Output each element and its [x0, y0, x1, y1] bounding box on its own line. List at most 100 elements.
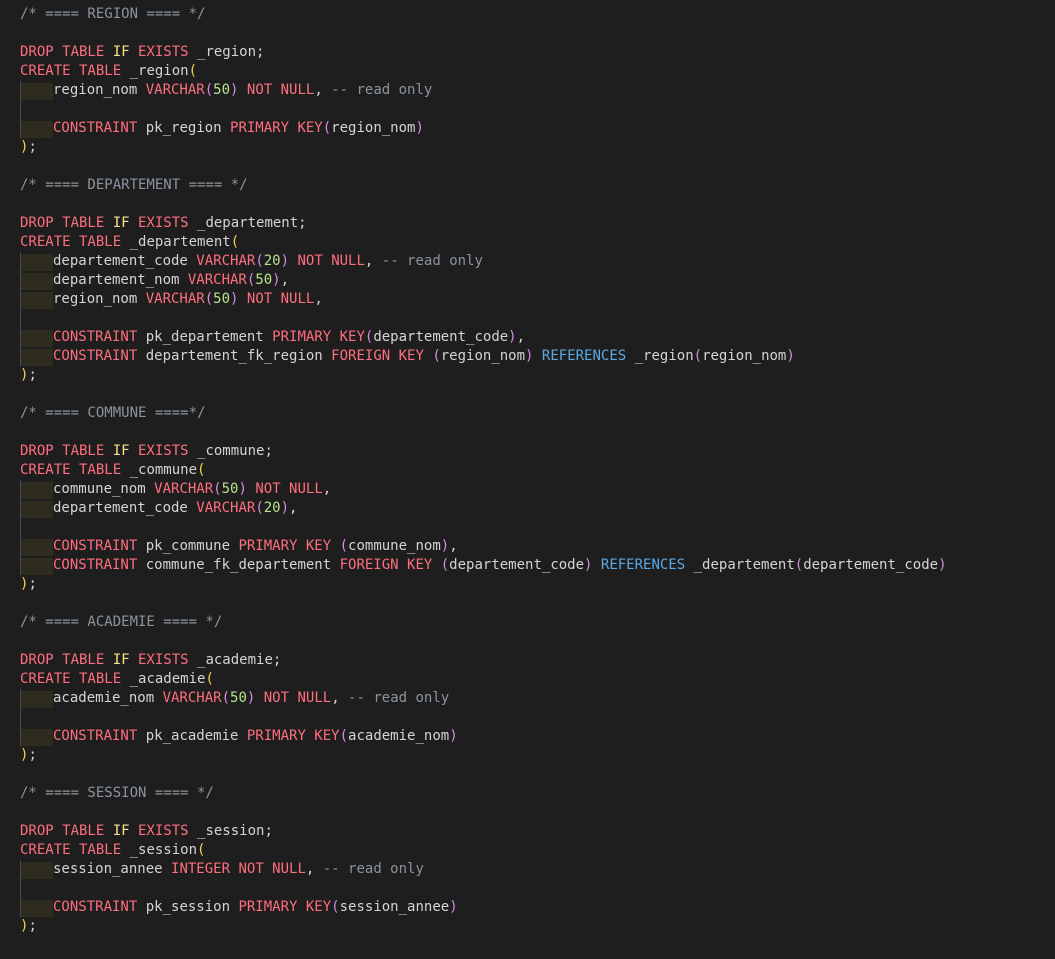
code-token: ;	[28, 576, 37, 592]
code-token: (	[197, 842, 206, 858]
code-line[interactable]: CREATE TABLE _departement(	[20, 233, 1055, 252]
code-line[interactable]: /* ==== DEPARTEMENT ==== */	[20, 176, 1055, 195]
code-line[interactable]	[20, 632, 1055, 651]
code-line[interactable]	[20, 309, 1055, 328]
code-line[interactable]: departement_code VARCHAR(20) NOT NULL, -…	[20, 252, 1055, 271]
code-line[interactable]	[20, 765, 1055, 784]
code-line[interactable]: );	[20, 746, 1055, 765]
code-line[interactable]: CONSTRAINT pk_session PRIMARY KEY(sessio…	[20, 898, 1055, 917]
code-token: departement_nom	[53, 272, 188, 288]
code-token: VARCHAR	[162, 690, 222, 706]
code-token: NOT NULL	[230, 861, 306, 877]
code-token: )	[272, 272, 281, 288]
code-token: 50	[255, 272, 273, 288]
code-token: )	[440, 538, 450, 554]
code-token: departement_code	[373, 329, 509, 345]
code-token: -- read only	[331, 82, 433, 98]
code-editor[interactable]: /* ==== REGION ==== */ DROP TABLE IF EXIS…	[0, 0, 1055, 959]
code-token: CREATE TABLE	[20, 63, 122, 79]
code-token: pk_region	[137, 120, 231, 136]
code-line[interactable]: DROP TABLE IF EXISTS _session;	[20, 822, 1055, 841]
code-line[interactable]: /* ==== ACADEMIE ==== */	[20, 613, 1055, 632]
code-token: /* ==== COMMUNE ====*/	[20, 405, 206, 421]
code-line[interactable]: CONSTRAINT departement_fk_region FOREIGN…	[20, 347, 1055, 366]
code-token: session_annee	[53, 861, 172, 877]
code-token: CREATE TABLE	[20, 462, 122, 478]
code-line[interactable]	[20, 879, 1055, 898]
code-token: (	[322, 120, 332, 136]
code-token: -- read only	[322, 861, 424, 877]
code-token: (	[205, 671, 214, 687]
code-line[interactable]: CREATE TABLE _commune(	[20, 461, 1055, 480]
code-line[interactable]	[20, 157, 1055, 176]
code-line[interactable]: CONSTRAINT pk_departement PRIMARY KEY(de…	[20, 328, 1055, 347]
code-line[interactable]	[20, 594, 1055, 613]
code-token: ,	[449, 538, 458, 554]
code-line[interactable]	[20, 24, 1055, 43]
code-line[interactable]: academie_nom VARCHAR(50) NOT NULL, -- re…	[20, 689, 1055, 708]
code-token: PRIMARY KEY	[246, 728, 340, 744]
code-line[interactable]: );	[20, 138, 1055, 157]
code-line[interactable]: CONSTRAINT pk_academie PRIMARY KEY(acade…	[20, 727, 1055, 746]
code-token: IF	[112, 443, 130, 459]
code-token: (	[255, 500, 264, 516]
code-token: NOT NULL	[289, 253, 365, 269]
code-token: VARCHAR	[145, 82, 205, 98]
code-token: NOT NULL	[238, 82, 315, 98]
code-token: _departement;	[188, 215, 307, 231]
code-token: commune_fk_departement	[137, 557, 340, 573]
code-token: commune_nom	[348, 538, 441, 554]
code-line[interactable]: region_nom VARCHAR(50) NOT NULL,	[20, 290, 1055, 309]
code-line[interactable]: DROP TABLE IF EXISTS _commune;	[20, 442, 1055, 461]
code-token: NOT NULL	[238, 291, 315, 307]
code-token: )	[508, 329, 517, 345]
code-token: IF	[112, 652, 130, 668]
code-token: departement_code	[449, 557, 585, 573]
code-token: ,	[322, 481, 332, 497]
code-token: ;	[28, 367, 37, 383]
code-token: DROP TABLE	[20, 215, 113, 231]
code-line[interactable]: region_nom VARCHAR(50) NOT NULL, -- read…	[20, 81, 1055, 100]
code-line[interactable]: session_annee INTEGER NOT NULL, -- read …	[20, 860, 1055, 879]
code-line[interactable]	[20, 708, 1055, 727]
code-line[interactable]: );	[20, 575, 1055, 594]
code-line[interactable]: CONSTRAINT pk_commune PRIMARY KEY (commu…	[20, 537, 1055, 556]
code-token: )	[449, 899, 458, 915]
code-line[interactable]: );	[20, 366, 1055, 385]
code-line[interactable]	[20, 423, 1055, 442]
code-token: IF	[112, 215, 130, 231]
code-token: INTEGER	[171, 861, 231, 877]
code-line[interactable]: /* ==== REGION ==== */	[20, 5, 1055, 24]
code-line[interactable]: );	[20, 917, 1055, 936]
code-line[interactable]: CONSTRAINT pk_region PRIMARY KEY(region_…	[20, 119, 1055, 138]
code-token: 50	[213, 82, 231, 98]
code-line[interactable]: departement_code VARCHAR(20),	[20, 499, 1055, 518]
code-line[interactable]	[20, 385, 1055, 404]
code-line[interactable]: /* ==== COMMUNE ====*/	[20, 404, 1055, 423]
code-line[interactable]: /* ==== SESSION ==== */	[20, 784, 1055, 803]
code-line[interactable]: departement_nom VARCHAR(50),	[20, 271, 1055, 290]
code-token: _session	[121, 842, 198, 858]
code-line[interactable]	[20, 518, 1055, 537]
code-token: 50	[213, 291, 231, 307]
code-token: ,	[305, 861, 323, 877]
code-line[interactable]: DROP TABLE IF EXISTS _departement;	[20, 214, 1055, 233]
code-line[interactable]: DROP TABLE IF EXISTS _region;	[20, 43, 1055, 62]
code-token: DROP TABLE	[20, 652, 113, 668]
code-line[interactable]	[20, 100, 1055, 119]
code-line[interactable]: CREATE TABLE _academie(	[20, 670, 1055, 689]
code-token: _session;	[188, 823, 273, 839]
code-token: _commune;	[188, 443, 273, 459]
code-line[interactable]	[20, 195, 1055, 214]
code-line[interactable]	[20, 803, 1055, 822]
code-line[interactable]: DROP TABLE IF EXISTS _academie;	[20, 651, 1055, 670]
code-token: )	[415, 120, 424, 136]
code-token: VARCHAR	[187, 272, 247, 288]
code-line[interactable]: commune_nom VARCHAR(50) NOT NULL,	[20, 480, 1055, 499]
code-line[interactable]: CREATE TABLE _region(	[20, 62, 1055, 81]
code-token: /* ==== ACADEMIE ==== */	[20, 614, 223, 630]
code-line[interactable]: CONSTRAINT commune_fk_departement FOREIG…	[20, 556, 1055, 575]
code-line[interactable]: CREATE TABLE _session(	[20, 841, 1055, 860]
code-token: (	[423, 348, 441, 364]
code-token: REFERENCES	[533, 348, 627, 364]
